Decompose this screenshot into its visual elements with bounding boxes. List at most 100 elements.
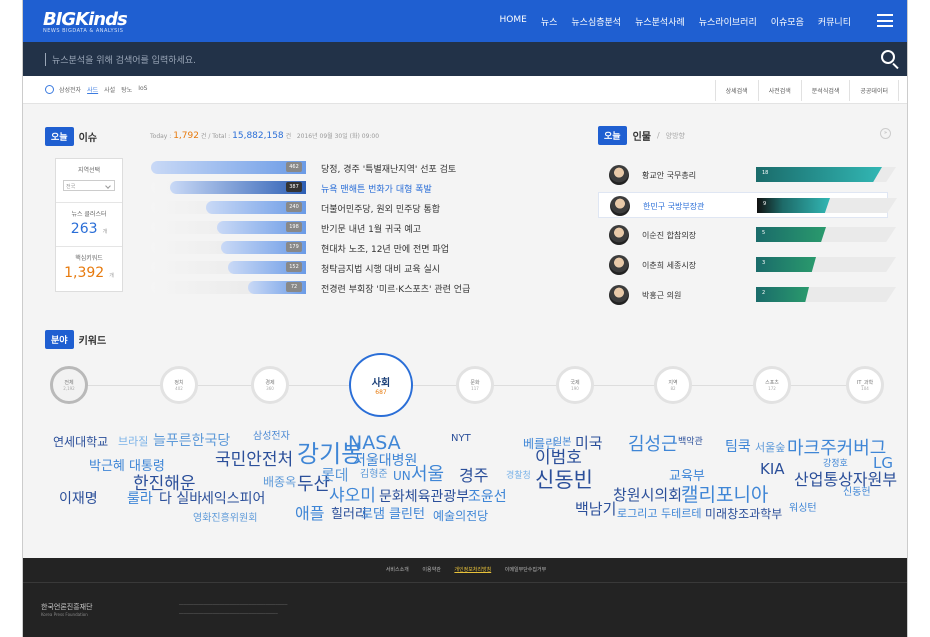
person-row[interactable]: 황교안 국무총리 18 — [598, 162, 896, 188]
keyword-cloud-item[interactable]: 국민안전처 — [215, 452, 293, 469]
bigkinds-logo[interactable]: BIGKinds NEWS BIGDATA & ANALYSIS — [43, 9, 128, 34]
keyword-cloud-item[interactable]: 신동빈 — [535, 470, 593, 491]
keyword-cloud-item[interactable]: 마크주커버그 — [787, 440, 886, 458]
nav-analysis-cases[interactable]: 뉴스분석사례 — [635, 15, 685, 28]
category-3[interactable]: 경제 360 — [251, 366, 289, 404]
footer-link-terms[interactable]: 이용약관 — [422, 567, 440, 573]
keyword-cloud-item[interactable]: 조윤선 — [468, 490, 507, 504]
keyword-cloud-item[interactable]: 창원시의회 — [613, 488, 682, 503]
public-data-button[interactable]: 공공데이터 — [849, 80, 899, 101]
category-8[interactable]: 스포츠 172 — [753, 366, 791, 404]
keyword-cloud-item[interactable]: 워싱턴 — [789, 504, 817, 514]
keyword-cloud-item[interactable]: 예술의전당 — [433, 510, 488, 522]
issue-bar[interactable]: 198 — [151, 221, 321, 234]
footer-link-about[interactable]: 서비스소개 — [386, 567, 409, 573]
category-6[interactable]: 국제 190 — [556, 366, 594, 404]
keyword-cloud-item[interactable]: 교육부 — [669, 470, 705, 483]
issue-title-link[interactable]: 뉴욕 맨해튼 번화가 대형 폭발 — [321, 182, 432, 195]
keyword-cloud-item[interactable]: 팀쿡 — [725, 440, 751, 454]
issue-bar[interactable]: 462 — [151, 161, 321, 174]
keyword-cloud-item[interactable]: 이재명 — [59, 492, 98, 506]
issue-title-link[interactable]: 더불어민주당, 원외 민주당 통합 — [321, 202, 440, 215]
footer-link-email[interactable]: 이메일무단수집거부 — [505, 567, 546, 573]
issue-bar[interactable]: 387 — [151, 181, 321, 194]
keyword-cloud-item[interactable]: 브라질 — [118, 436, 148, 447]
category-2[interactable]: 정치 402 — [160, 366, 198, 404]
issue-title-link[interactable]: 당정, 경주 '특별재난지역' 선포 검토 — [321, 162, 456, 175]
keyword-cloud-item[interactable]: 강정호 — [823, 460, 848, 469]
issue-title-link[interactable]: 전경련 부회장 '미르·K스포츠' 관련 언급 — [321, 282, 470, 295]
keyword-cloud-item[interactable]: 산업통상자원부 — [794, 472, 897, 488]
keyword-cloud-item[interactable]: 삼성전자 — [253, 432, 290, 442]
category-4[interactable]: 사회 687 — [351, 355, 411, 415]
recent-search-item[interactable]: IoS — [138, 85, 147, 94]
category-9[interactable]: IT_과학 104 — [846, 366, 884, 404]
nav-home[interactable]: HOME — [500, 15, 527, 28]
keyword-cloud-item[interactable]: 애플 — [295, 506, 324, 522]
category-7[interactable]: 지역 82 — [654, 366, 692, 404]
keyword-cloud-item[interactable]: 서울 — [411, 466, 444, 484]
keyword-cloud-item[interactable]: 김형준 — [360, 470, 388, 480]
recent-search-item[interactable]: 사드 — [87, 85, 98, 94]
nav-library[interactable]: 뉴스라이브러리 — [699, 15, 757, 28]
search-input[interactable]: 뉴스분석을 위해 검색어를 입력하세요. — [45, 53, 196, 66]
keyword-cloud-item[interactable]: 룰라 — [127, 492, 153, 506]
keyword-cloud-item[interactable]: 늘푸른한국당 — [153, 434, 230, 448]
keyword-cloud-item[interactable]: KIA — [760, 462, 785, 477]
keyword-cloud-item[interactable]: 백악관 — [678, 438, 703, 447]
nav-deep-analysis[interactable]: 뉴스심층분석 — [571, 15, 621, 28]
keyword-cloud-item[interactable]: 이범호 — [535, 450, 582, 467]
keyword-cloud-item[interactable]: 경찰청 — [506, 472, 531, 481]
issue-title-link[interactable]: 반기문 내년 1월 귀국 예고 — [321, 222, 421, 235]
issue-bar[interactable]: 152 — [151, 261, 321, 274]
keyword-cloud-item[interactable]: LG — [873, 456, 893, 471]
footer-link-privacy[interactable]: 개인정보처리방침 — [454, 567, 491, 573]
keyword-cloud-item[interactable]: 서울대병원 — [353, 454, 417, 468]
keyword-cloud-item[interactable]: 영화진흥위원회 — [193, 514, 257, 524]
keyword-cloud-item[interactable]: 롯데 — [321, 468, 349, 483]
issue-bar[interactable]: 72 — [151, 281, 321, 294]
menu-icon[interactable] — [877, 14, 893, 27]
keyword-cloud-item[interactable]: 미래창조과학부 — [705, 508, 782, 520]
recent-search-item[interactable]: 사설 — [104, 85, 115, 94]
issue-bar[interactable]: 240 — [151, 201, 321, 214]
category-5[interactable]: 문화 117 — [456, 366, 494, 404]
recent-search-item[interactable]: 탕노 — [121, 85, 132, 94]
keyword-cloud-item[interactable]: 캘리포니아 — [681, 486, 768, 505]
issue-title-link[interactable]: 현대차 노조, 12년 만에 전면 파업 — [321, 242, 449, 255]
keyword-cloud-item[interactable]: 연세대학교 — [53, 436, 108, 448]
people-heading[interactable]: 인물 — [633, 128, 651, 143]
nav-news[interactable]: 뉴스 — [541, 15, 558, 28]
keyword-cloud-item[interactable]: 신동헌 — [843, 488, 871, 498]
keyword-cloud-item[interactable]: 백남기 — [575, 502, 616, 517]
nav-community[interactable]: 커뮤니티 — [818, 15, 851, 28]
nav-issues[interactable]: 이슈모음 — [771, 15, 804, 28]
keyword-cloud-item[interactable]: UN — [393, 470, 411, 482]
recent-search-item[interactable]: 삼성전자 — [59, 85, 81, 94]
keyword-cloud-item[interactable]: 경주 — [459, 468, 488, 484]
keyword-cloud-item[interactable]: 김성근 — [628, 436, 678, 454]
keyword-cloud-item[interactable]: 다 실바 — [159, 492, 202, 506]
keyword-cloud-item[interactable]: NYT — [451, 434, 471, 444]
keyword-cloud-item[interactable]: 배종옥 — [263, 476, 296, 488]
keyword-cloud-item[interactable]: 로그리고 두테르테 — [617, 508, 701, 519]
detailed-search-button[interactable]: 상세검색 — [714, 80, 758, 101]
person-row[interactable]: 이순진 합참의장 5 — [598, 222, 896, 248]
keyword-cloud-item[interactable]: 서울숲 — [755, 442, 785, 453]
person-row[interactable]: 박홍근 의원 2 — [598, 282, 896, 308]
keyword-cloud-item[interactable]: 샤오미 — [329, 488, 376, 505]
more-icon[interactable]: » — [880, 128, 891, 139]
keyword-cloud-item[interactable]: NASA — [348, 434, 401, 453]
person-row[interactable]: 이춘희 세종시장 3 — [598, 252, 896, 278]
people-tab-alt[interactable]: 양방향 — [666, 131, 685, 141]
keyword-cloud-item[interactable]: 세익스피어 — [201, 492, 265, 506]
search-icon[interactable] — [881, 50, 895, 64]
issue-bar[interactable]: 179 — [151, 241, 321, 254]
region-select[interactable]: 전국 — [63, 180, 115, 191]
analysis-search-button[interactable]: 분석식검색 — [800, 80, 850, 101]
keyword-cloud-item[interactable]: 로댐 클린턴 — [361, 508, 425, 521]
keyword-cloud-item[interactable]: 박근혜 대통령 — [89, 460, 165, 473]
keyword-cloud-item[interactable]: 문화체육관광부 — [379, 490, 469, 504]
issue-title-link[interactable]: 청탁금지법 시행 대비 교육 실시 — [321, 262, 440, 275]
dictionary-search-button[interactable]: 사전검색 — [757, 80, 801, 101]
